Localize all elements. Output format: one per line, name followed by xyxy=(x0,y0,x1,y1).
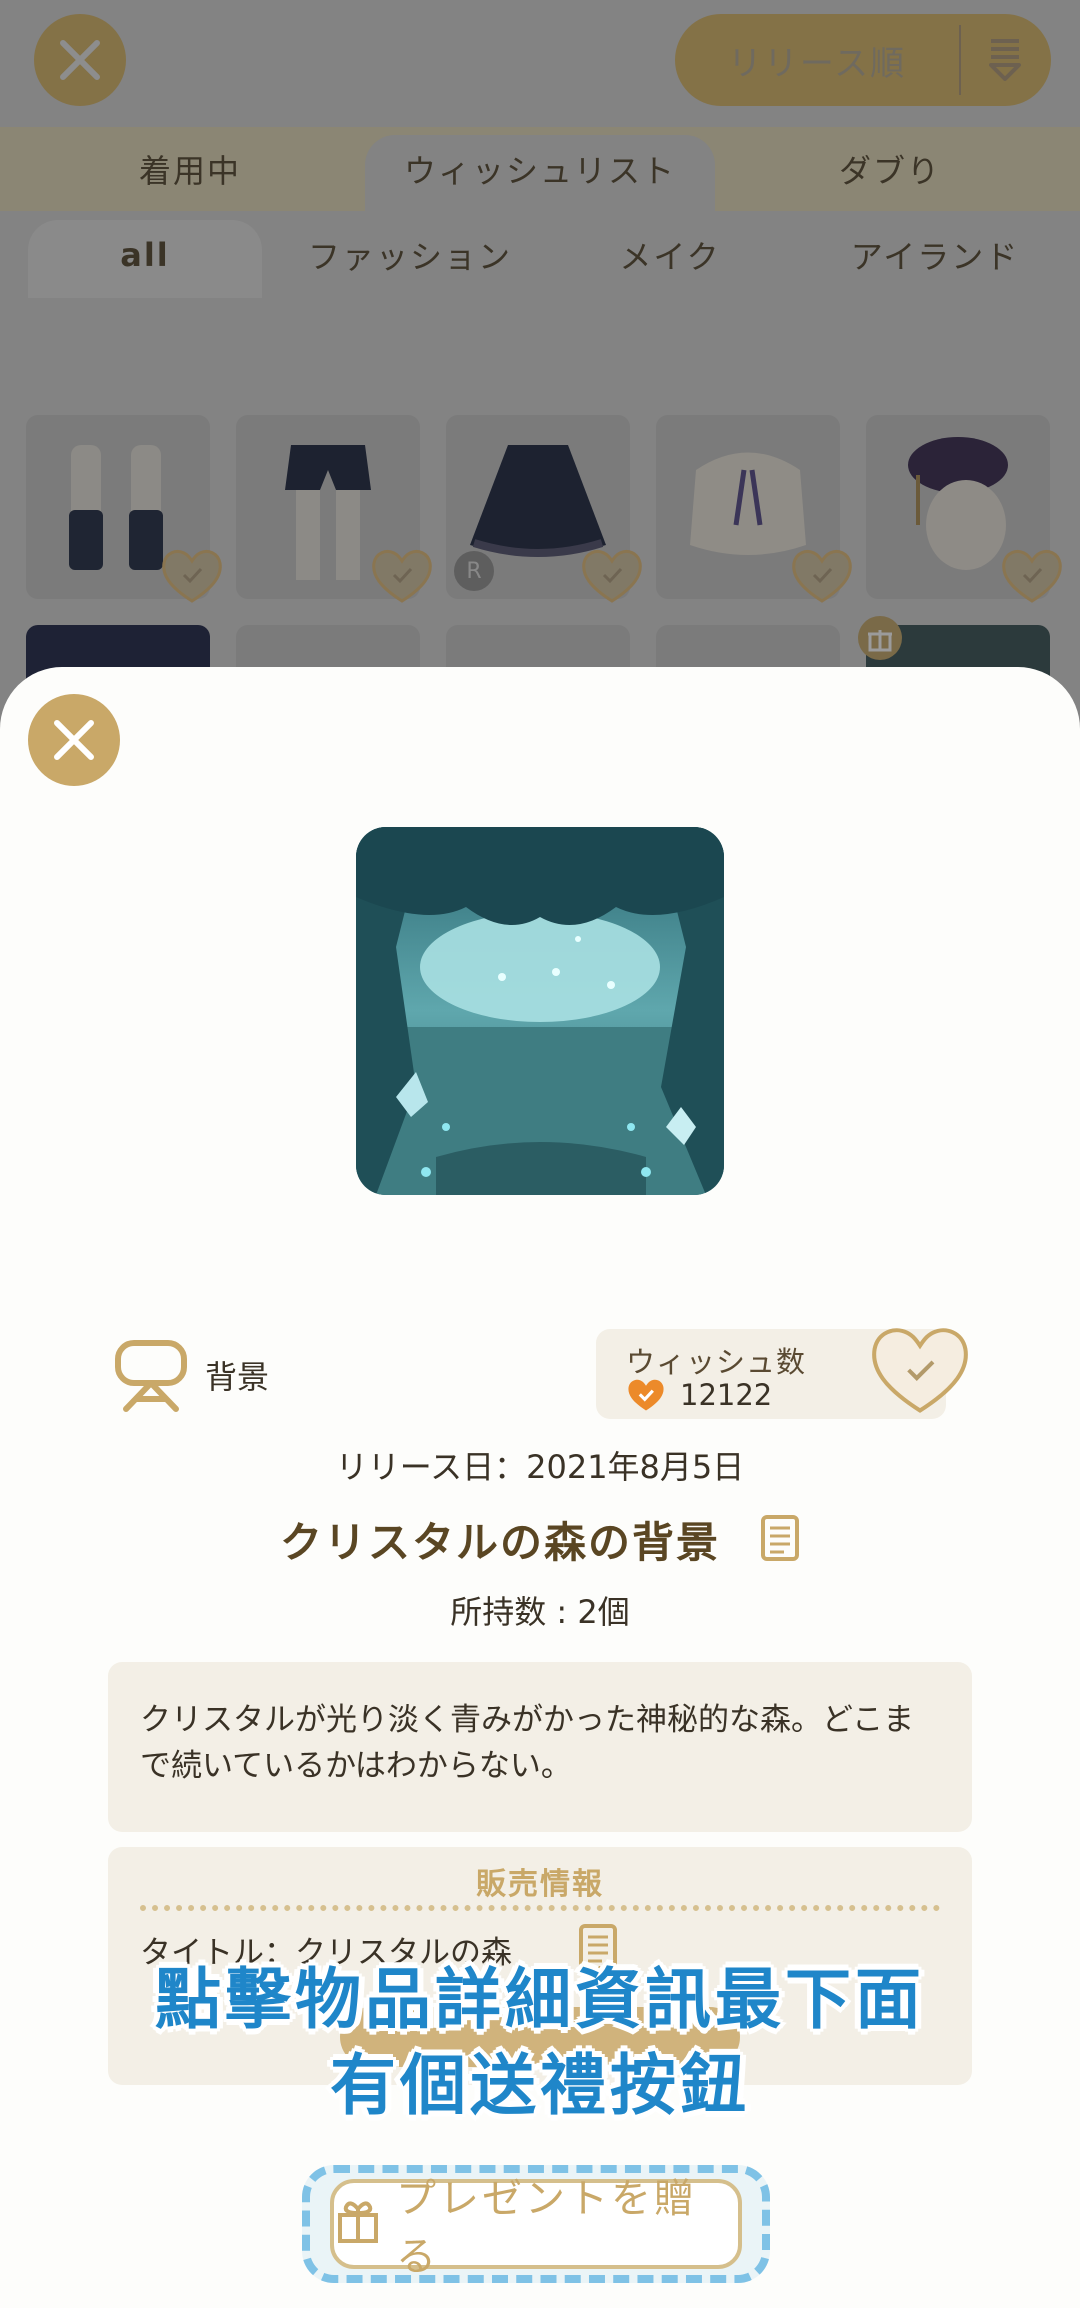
wishlist-heart-icon[interactable] xyxy=(790,547,854,609)
wish-count-title: ウィッシュ数 xyxy=(626,1345,807,1379)
item-category-label: 背景 xyxy=(205,1358,270,1396)
document-icon[interactable] xyxy=(760,1514,800,1566)
gift-badge-icon xyxy=(858,616,902,660)
release-date: リリース日：2021年8月5日 xyxy=(335,1448,745,1486)
sort-label: リリース順 xyxy=(727,43,907,84)
gift-icon xyxy=(334,2199,382,2249)
tab-wearing[interactable]: 着用中 xyxy=(40,127,340,211)
dotted-divider xyxy=(140,1905,940,1911)
wishlist-heart-icon[interactable] xyxy=(160,547,224,609)
wishlist-toggle-heart-icon[interactable] xyxy=(868,1323,972,1421)
send-gift-label: プレゼントを贈る xyxy=(396,2176,697,2280)
item-title-row: クリスタルの森の背景 xyxy=(0,1509,1080,1570)
wishlist-heart-icon[interactable] xyxy=(1000,547,1064,609)
wishlist-heart-icon[interactable] xyxy=(580,547,644,609)
detail-close-button[interactable] xyxy=(28,694,120,786)
item-card-blouse[interactable] xyxy=(656,415,852,603)
send-gift-button[interactable]: プレゼントを贈る xyxy=(330,2176,742,2280)
item-card-skirt[interactable]: R xyxy=(446,415,642,603)
sort-order-icon[interactable] xyxy=(961,35,1049,85)
rarity-badge: R xyxy=(454,551,494,591)
sale-info-header: 販売情報 xyxy=(476,1867,604,1902)
wishlist-close-button[interactable] xyxy=(34,14,126,106)
background-category-icon xyxy=(112,1337,190,1417)
heart-icon xyxy=(626,1377,666,1417)
category-island[interactable]: アイランド xyxy=(800,212,1070,298)
caption-line-1: 點擊物品詳細資訊最下面 xyxy=(155,1961,925,2038)
item-title: クリスタルの森の背景 xyxy=(279,1518,720,1567)
item-description: クリスタルが光り淡く青みがかった神秘的な森。どこまで続いているかはわからない。 xyxy=(140,1702,915,1784)
overlay-caption: 點擊物品詳細資訊最下面 有個送禮按鈕 xyxy=(0,1957,1080,2129)
item-preview-image xyxy=(356,827,724,1195)
category-filter-bar: all ファッション メイク アイランド xyxy=(0,212,1080,298)
wish-count-value: 12122 xyxy=(680,1378,773,1412)
tab-wishlist[interactable]: ウィッシュリスト xyxy=(365,127,715,211)
owned-count: 所持数 : 2個 xyxy=(450,1593,630,1631)
caption-line-2: 有個送禮按鈕 xyxy=(330,2047,750,2124)
category-all[interactable]: all xyxy=(28,212,262,298)
item-card-socks[interactable] xyxy=(26,415,222,603)
sort-selector[interactable]: リリース順 xyxy=(675,14,1051,106)
close-icon xyxy=(60,40,100,80)
close-icon xyxy=(54,720,94,760)
wishlist-heart-icon[interactable] xyxy=(370,547,434,609)
wishlist-tab-bar: 着用中 ウィッシュリスト ダブり xyxy=(0,127,1080,215)
item-card-shorts[interactable] xyxy=(236,415,432,603)
item-detail-sheet: 背景 ウィッシュ数 12122 リリース日：2021年8月5日 クリスタルの森の… xyxy=(0,667,1080,2308)
tab-duplicates[interactable]: ダブり xyxy=(740,127,1040,211)
category-fashion[interactable]: ファッション xyxy=(280,212,540,298)
category-makeup[interactable]: メイク xyxy=(560,212,780,298)
item-card-beret[interactable] xyxy=(866,415,1062,603)
